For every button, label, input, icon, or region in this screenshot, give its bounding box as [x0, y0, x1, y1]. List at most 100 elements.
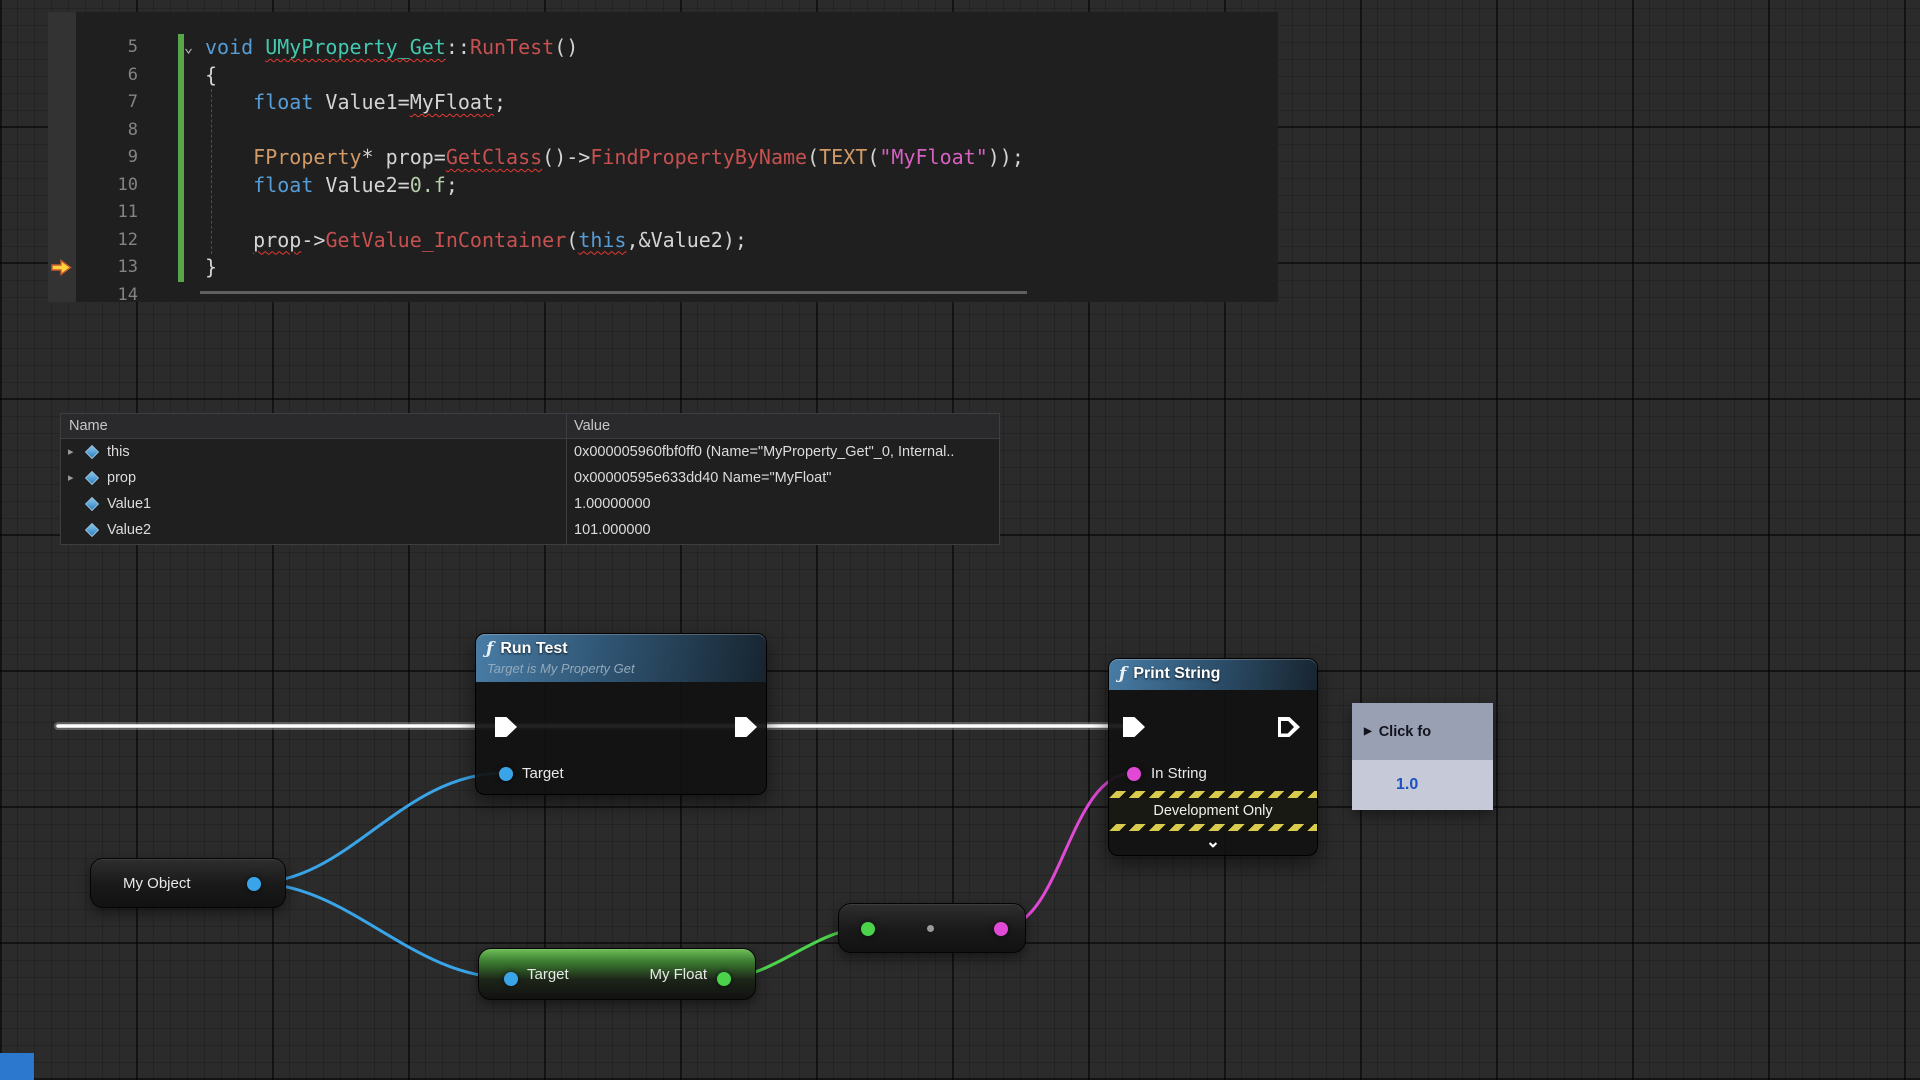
expand-arrow-icon[interactable]: ▸ — [68, 439, 74, 465]
node-header[interactable]: ƒ Print String — [1109, 659, 1317, 690]
function-icon: ƒ — [1119, 664, 1126, 684]
object-wire-to-getter[interactable] — [253, 883, 510, 978]
line-number: 5 — [48, 34, 148, 62]
node-collapse-area[interactable]: ⌄ — [1109, 831, 1317, 857]
collapse-spacer — [184, 89, 205, 117]
code-text: { — [205, 62, 217, 90]
watch-header: Name Value — [61, 414, 999, 439]
code-line[interactable]: 13} — [48, 254, 1278, 282]
code-line[interactable]: 12 prop->GetValue_InContainer(this,&Valu… — [48, 227, 1278, 255]
play-arrow-icon: ▶ — [1364, 726, 1372, 737]
node-header[interactable]: ƒ Run Test Target is My Property Get — [476, 634, 766, 682]
line-number: 7 — [48, 89, 148, 117]
code-line[interactable]: 6{ — [48, 62, 1278, 90]
watch-row[interactable]: ▸this0x000005960fbf0ff0 (Name="MyPropert… — [61, 439, 999, 465]
exec-out-pin[interactable] — [1278, 717, 1300, 737]
code-line[interactable]: 11 — [48, 199, 1278, 227]
node-float-to-string[interactable] — [838, 903, 1026, 953]
watch-window[interactable]: Name Value ▸this0x000005960fbf0ff0 (Name… — [60, 413, 1000, 545]
tooltip-value: 1.0 — [1352, 760, 1493, 810]
code-line[interactable]: 5 ⌄void UMyProperty_Get::RunTest() — [48, 34, 1278, 62]
function-icon: ƒ — [486, 639, 493, 659]
target-pin-label: Target — [527, 966, 569, 984]
watch-value: 1.00000000 — [574, 491, 651, 517]
collapse-spacer — [184, 144, 205, 172]
code-lines: 5 ⌄void UMyProperty_Get::RunTest()6{7 flo… — [48, 34, 1278, 302]
tooltip-value-text: 1.0 — [1396, 776, 1418, 794]
code-line[interactable]: 7 float Value1=MyFloat; — [48, 89, 1278, 117]
node-run-test[interactable]: ƒ Run Test Target is My Property Get Tar… — [475, 633, 767, 795]
code-text: FProperty* prop=GetClass()->FindProperty… — [205, 144, 1024, 172]
node-print-string[interactable]: ƒ Print String In String Development Onl… — [1108, 658, 1318, 856]
converter-dot-icon — [927, 925, 934, 932]
watch-name: Value2 — [107, 517, 151, 543]
target-pin-label: Target — [522, 765, 564, 783]
line-number: 9 — [48, 144, 148, 172]
variable-label: My Object — [123, 875, 191, 893]
variable-icon — [85, 523, 99, 537]
code-editor[interactable]: 5 ⌄void UMyProperty_Get::RunTest()6{7 flo… — [48, 12, 1278, 302]
watch-value: 0x00000595e633dd40 Name="MyFloat" — [574, 465, 831, 491]
background-window-fragment — [0, 1053, 34, 1080]
collapse-spacer — [184, 62, 205, 90]
object-wire-to-run-test[interactable] — [253, 773, 505, 883]
string-out-pin[interactable] — [994, 922, 1008, 936]
collapse-spacer — [184, 199, 205, 227]
node-my-object[interactable]: My Object — [90, 858, 286, 908]
expand-arrow-icon[interactable]: ▸ — [68, 465, 74, 491]
code-text: void UMyProperty_Get::RunTest() — [205, 34, 578, 62]
node-get-my-float[interactable]: Target My Float — [478, 948, 756, 1000]
variable-icon — [85, 497, 99, 511]
exec-pin-shape — [1123, 717, 1145, 737]
code-line[interactable]: 9 FProperty* prop=GetClass()->FindProper… — [48, 144, 1278, 172]
watch-row[interactable]: ▸ prop 0x00000595e633dd40 Name="MyFloat" — [61, 465, 999, 491]
in-string-pin-label: In String — [1151, 765, 1207, 783]
exec-in-pin[interactable] — [1123, 717, 1145, 737]
execution-pointer-icon — [51, 259, 72, 280]
collapse-spacer — [184, 172, 205, 200]
line-number: 12 — [48, 227, 148, 255]
code-line[interactable]: 10 float Value2=0.f; — [48, 172, 1278, 200]
line-number: 10 — [48, 172, 148, 200]
line-number: 11 — [48, 199, 148, 227]
code-text: prop->GetValue_InContainer(this,&Value2)… — [205, 227, 747, 255]
exec-pin-shape — [735, 717, 757, 737]
watch-row[interactable]: Value1 1.00000000 — [61, 491, 999, 517]
development-only-label: Development Only — [1109, 798, 1317, 824]
target-pin[interactable] — [499, 767, 513, 781]
editor-scrollbar[interactable] — [200, 291, 1027, 294]
collapse-chevron-icon[interactable]: ⌄ — [184, 34, 205, 62]
column-divider[interactable] — [566, 414, 567, 544]
my-float-pin-label: My Float — [649, 966, 707, 984]
in-string-pin[interactable] — [1127, 767, 1141, 781]
chevron-down-icon[interactable]: ⌄ — [1206, 832, 1220, 851]
watch-value: 101.000000 — [574, 517, 651, 543]
watch-name: prop — [107, 465, 136, 491]
node-title: Run Test — [500, 640, 567, 658]
exec-in-pin[interactable] — [495, 717, 517, 737]
code-text: float Value2=0.f; — [205, 172, 458, 200]
value-column-header[interactable]: Value — [574, 414, 610, 439]
float-in-pin[interactable] — [861, 922, 875, 936]
collapse-spacer — [184, 227, 205, 255]
hazard-stripe — [1109, 824, 1317, 831]
object-out-pin[interactable] — [247, 877, 261, 891]
hazard-stripe — [1109, 791, 1317, 798]
float-out-pin[interactable] — [717, 972, 731, 986]
name-column-header[interactable]: Name — [69, 414, 108, 439]
target-pin[interactable] — [504, 972, 518, 986]
debug-value-tooltip[interactable]: ▶ Click fo 1.0 — [1352, 703, 1493, 810]
variable-icon — [85, 471, 99, 485]
watch-rows: ▸this0x000005960fbf0ff0 (Name="MyPropert… — [61, 439, 999, 543]
tooltip-header-text: Click fo — [1379, 724, 1431, 740]
code-text: float Value1=MyFloat; — [205, 89, 506, 117]
watch-row[interactable]: Value2 101.000000 — [61, 517, 999, 543]
collapse-spacer — [184, 117, 205, 145]
watch-name: Value1 — [107, 491, 151, 517]
exec-out-pin[interactable] — [735, 717, 757, 737]
node-title: Print String — [1133, 665, 1220, 683]
code-line[interactable]: 8 — [48, 117, 1278, 145]
line-number: 8 — [48, 117, 148, 145]
tooltip-header[interactable]: ▶ Click fo — [1352, 703, 1493, 760]
watch-value: 0x000005960fbf0ff0 (Name="MyProperty_Get… — [574, 439, 954, 465]
